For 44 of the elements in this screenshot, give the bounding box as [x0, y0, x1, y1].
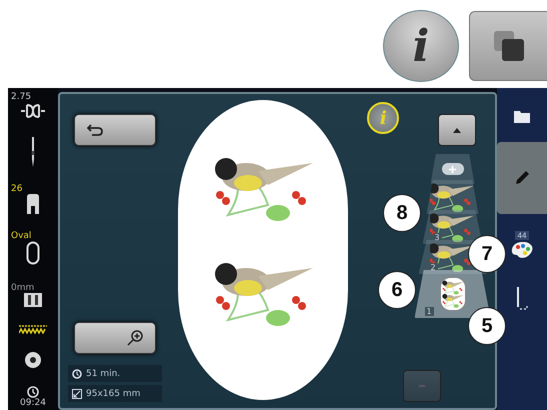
bobbin-icon: [24, 350, 42, 369]
pencil-icon: [514, 170, 530, 186]
clock-time: 09:24: [20, 398, 46, 408]
layer-number: 2: [428, 263, 438, 272]
plus-icon: [449, 166, 456, 172]
layer-number: 1: [424, 307, 434, 316]
layers-button[interactable]: [469, 11, 547, 81]
callout-tooltip: 8: [383, 194, 421, 232]
folder-icon: [514, 111, 530, 123]
callout-tooltip: 6: [378, 271, 416, 309]
layer-number: 3: [432, 233, 442, 242]
layer-tab[interactable]: 3: [422, 210, 482, 244]
status-value: 0mm: [10, 282, 34, 293]
undo-icon: [87, 124, 103, 136]
tension-icon: [20, 102, 46, 120]
status-value: Oval: [10, 231, 32, 242]
add-layer-button[interactable]: [442, 163, 464, 175]
layer-tab[interactable]: [430, 154, 474, 184]
callout-tooltip: 7: [468, 235, 506, 273]
callout-tooltip: 5: [468, 307, 506, 345]
clock-icon: [27, 386, 39, 398]
info-text: 95x165 mm: [86, 388, 140, 398]
presser-foot-icon: [26, 194, 40, 214]
needle-icon: [29, 137, 37, 168]
clock-icon: [72, 368, 82, 378]
layer-tab[interactable]: 1: [414, 270, 490, 318]
zoom-button[interactable]: [74, 322, 156, 354]
up-arrow-icon: [452, 128, 461, 132]
hoop-icon: [26, 241, 40, 266]
stitch-start-icon: [514, 287, 530, 311]
feed-dog-icon: [24, 292, 42, 307]
layers-icon: [494, 31, 524, 61]
layer-tab[interactable]: [426, 180, 478, 214]
undo-button[interactable]: [74, 114, 156, 146]
color-count: 44: [514, 230, 530, 240]
status-value: 2.75: [10, 92, 32, 102]
stitch-icon: [19, 324, 47, 334]
info-text: 51 min.: [86, 368, 120, 378]
status-value: 26: [10, 184, 22, 194]
zoom-in-icon: [127, 330, 143, 346]
resize-icon: [72, 388, 82, 398]
palette-icon: [511, 242, 533, 258]
info-button[interactable]: i: [383, 10, 459, 82]
scroll-up-button[interactable]: [438, 114, 476, 146]
